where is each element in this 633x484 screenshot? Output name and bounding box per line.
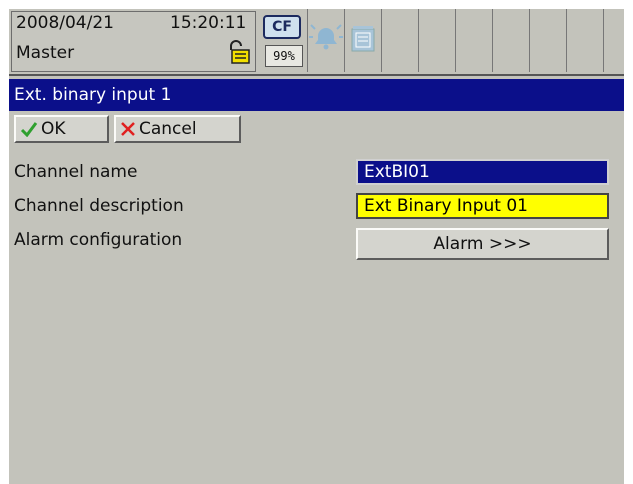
window-title: Ext. binary input 1 bbox=[9, 79, 624, 111]
status-slot bbox=[530, 9, 567, 72]
channel-name-field[interactable]: ExtBI01 bbox=[356, 159, 609, 185]
channel-description-field[interactable]: Ext Binary Input 01 bbox=[356, 193, 609, 219]
cancel-button[interactable]: Cancel bbox=[114, 115, 241, 143]
cf-card-status[interactable]: CF 99% bbox=[257, 9, 308, 72]
status-slot bbox=[382, 9, 419, 72]
status-slot bbox=[493, 9, 530, 72]
cf-card-icon: CF bbox=[263, 15, 301, 39]
ok-button-label: OK bbox=[41, 119, 66, 139]
datetime-panel: 2008/04/21 15:20:11 Master bbox=[11, 11, 256, 72]
status-bar: 2008/04/21 15:20:11 Master CF 99% bbox=[9, 9, 624, 76]
cancel-button-label: Cancel bbox=[139, 119, 197, 139]
channel-name-label: Channel name bbox=[14, 162, 138, 182]
lock-open-icon[interactable] bbox=[226, 39, 252, 69]
channel-description-label: Channel description bbox=[14, 196, 184, 216]
status-slot bbox=[567, 9, 604, 72]
status-date: 2008/04/21 bbox=[16, 13, 114, 33]
status-slot bbox=[456, 9, 493, 72]
document-icon[interactable] bbox=[345, 9, 382, 72]
device-screen: 2008/04/21 15:20:11 Master CF 99% Ext. b… bbox=[9, 9, 624, 484]
status-slot bbox=[419, 9, 456, 72]
check-icon bbox=[20, 122, 38, 138]
status-time: 15:20:11 bbox=[170, 13, 247, 33]
x-icon bbox=[121, 122, 135, 136]
alarm-configuration-button[interactable]: Alarm >>> bbox=[356, 228, 609, 260]
alarm-bell-icon[interactable] bbox=[308, 9, 345, 72]
status-slot bbox=[604, 9, 624, 72]
cf-usage-percent: 99% bbox=[265, 45, 303, 67]
status-user: Master bbox=[16, 43, 75, 63]
ok-button[interactable]: OK bbox=[14, 115, 109, 143]
alarm-configuration-label: Alarm configuration bbox=[14, 230, 183, 250]
